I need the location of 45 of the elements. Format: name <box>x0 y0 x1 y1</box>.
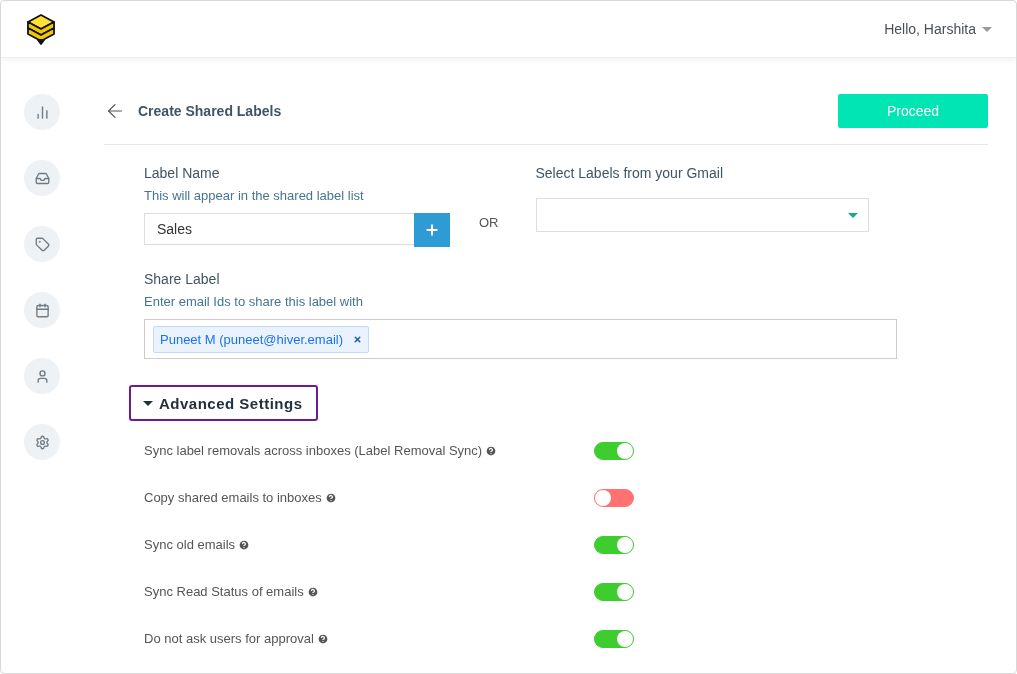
toggle-switch[interactable] <box>594 488 634 507</box>
advanced-settings-toggle[interactable]: Advanced Settings <box>129 385 318 421</box>
calendar-nav-button[interactable] <box>24 292 60 328</box>
settings-nav-button[interactable] <box>24 424 60 460</box>
caret-icon <box>982 26 992 32</box>
logo-icon <box>26 13 56 45</box>
user-nav-button[interactable] <box>24 358 60 394</box>
caret-icon <box>847 212 858 218</box>
label-name-input[interactable]: Sales <box>144 213 414 245</box>
field-label: Select Labels from your Gmail <box>535 165 725 181</box>
help-icon[interactable] <box>485 444 498 457</box>
calendar-icon <box>34 302 50 318</box>
help-icon[interactable] <box>316 632 329 645</box>
bar-chart-icon <box>34 104 50 120</box>
toggle-switch[interactable] <box>594 629 634 648</box>
setting-label: Sync Read Status of emails <box>144 584 304 599</box>
setting-label: Copy shared emails to inboxes <box>144 490 322 505</box>
or-separator: OR <box>479 215 499 230</box>
field-label: Label Name <box>144 165 221 181</box>
chip-text: Puneet M (puneet@hiver.email) <box>160 331 343 347</box>
plus-icon <box>424 222 440 238</box>
inbox-icon <box>34 170 50 186</box>
user-menu[interactable]: Hello, Harshita <box>884 21 992 37</box>
add-button[interactable] <box>414 213 450 247</box>
help-icon[interactable] <box>324 491 337 504</box>
field-hint: Enter email Ids to share this label with <box>144 294 364 309</box>
tag-icon <box>34 236 50 252</box>
remove-icon[interactable] <box>353 334 362 344</box>
toggle-switch[interactable] <box>594 441 634 460</box>
field-hint: This will appear in the shared label list <box>144 188 365 203</box>
settings-icon <box>34 434 50 450</box>
setting-label: Sync old emails <box>144 537 236 552</box>
setting-label: Do not ask users for approval <box>144 631 314 646</box>
email-input-field[interactable]: Puneet M (puneet@hiver.email) <box>144 319 897 359</box>
toggle-switch[interactable] <box>594 582 634 601</box>
person-icon <box>34 368 50 384</box>
toggle-switch[interactable] <box>594 535 634 554</box>
page-title: Create Shared Labels <box>138 103 282 119</box>
setting-label: Sync label removals across inboxes (Label Removal Sync) <box>144 443 483 458</box>
field-label: Share Label <box>144 271 221 287</box>
stats-nav-button[interactable] <box>24 94 60 130</box>
inbox-nav-button[interactable] <box>24 160 60 196</box>
help-icon[interactable] <box>306 585 319 598</box>
tag-nav-button[interactable] <box>24 226 60 262</box>
help-icon[interactable] <box>238 538 251 551</box>
